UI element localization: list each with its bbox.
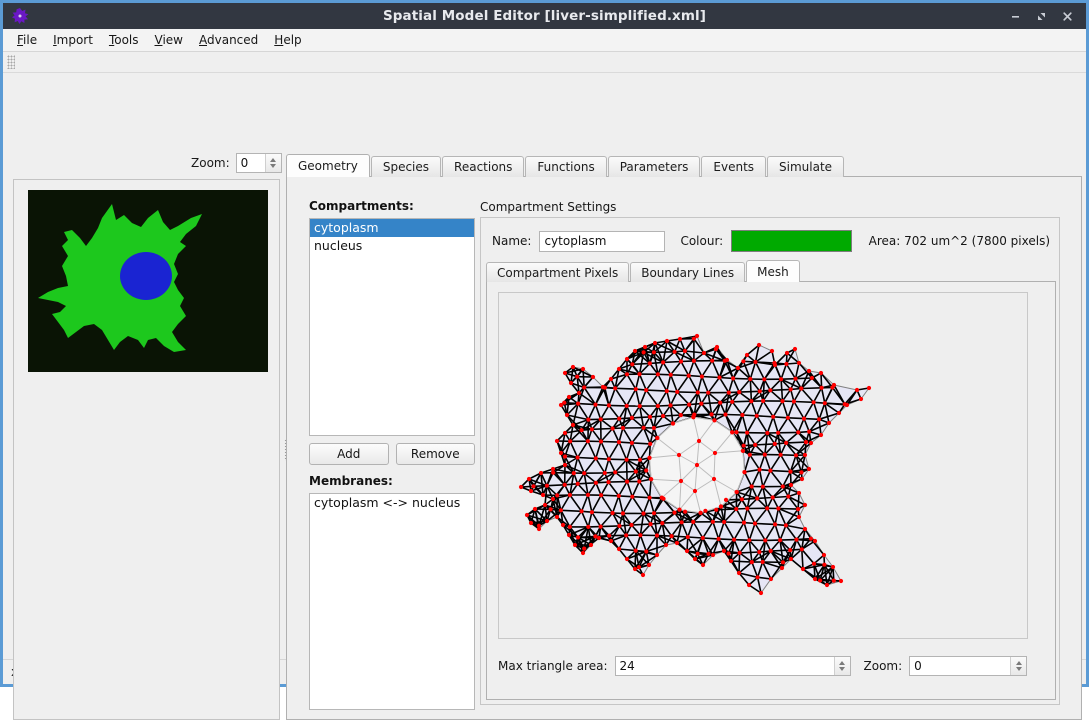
max-triangle-area-spin-arrows[interactable] xyxy=(834,657,850,675)
tab-label: Reactions xyxy=(454,160,512,174)
zoom-spinbox[interactable] xyxy=(236,153,282,173)
toolbar xyxy=(3,52,1086,73)
zoom-input[interactable] xyxy=(237,154,265,172)
tab-mesh[interactable]: Mesh xyxy=(746,260,800,282)
tab-boundary-lines[interactable]: Boundary Lines xyxy=(630,262,745,282)
tab-label: Compartment Pixels xyxy=(497,266,618,280)
name-colour-area-row: Name: Colour: Area: 702 um^2 (7800 pixel… xyxy=(492,230,1050,252)
compartment-name-input[interactable] xyxy=(539,231,665,252)
max-triangle-area-input[interactable] xyxy=(616,657,834,675)
main-window: Spatial Model Editor [liver-simplified.x… xyxy=(0,0,1089,687)
remove-compartment-button[interactable]: Remove xyxy=(396,443,476,465)
zoom-control: Zoom: xyxy=(191,153,282,173)
menu-bar: File Import Tools View Advanced Help xyxy=(3,29,1086,52)
mesh-zoom-label: Zoom: xyxy=(864,659,903,673)
restore-button[interactable] xyxy=(1028,5,1054,27)
compartments-column: Compartments: cytoplasm nucleus Add Remo… xyxy=(309,199,475,710)
add-compartment-button[interactable]: Add xyxy=(309,443,389,465)
max-triangle-area-label: Max triangle area: xyxy=(498,659,608,673)
compartments-label: Compartments: xyxy=(309,199,475,213)
mesh-zoom-input[interactable] xyxy=(910,657,1010,675)
compartment-buttons: Add Remove xyxy=(309,443,475,465)
tab-geometry[interactable]: Geometry xyxy=(286,154,370,177)
chevron-down-icon[interactable] xyxy=(1016,667,1022,671)
mesh-canvas[interactable] xyxy=(498,292,1028,639)
list-item-cytoplasm[interactable]: cytoplasm xyxy=(310,219,474,237)
colour-label: Colour: xyxy=(680,234,723,248)
mesh-zoom-spin-arrows[interactable] xyxy=(1010,657,1026,675)
chevron-down-icon[interactable] xyxy=(839,667,845,671)
compartment-area-text: Area: 702 um^2 (7800 pixels) xyxy=(869,234,1050,248)
main-tabstrip: Geometry Species Reactions Functions Par… xyxy=(286,154,845,177)
chevron-up-icon[interactable] xyxy=(1016,661,1022,665)
body-area: Zoom: Geometry xyxy=(3,73,1086,659)
app-icon xyxy=(9,5,31,27)
mesh-controls-row: Max triangle area: Zoom: xyxy=(498,656,1046,676)
minimize-button[interactable] xyxy=(1002,5,1028,27)
toolbar-drag-handle[interactable] xyxy=(7,55,15,69)
max-triangle-area-spinbox[interactable] xyxy=(615,656,851,676)
tab-label: Simulate xyxy=(779,160,832,174)
tab-label: Functions xyxy=(537,160,594,174)
tab-functions[interactable]: Functions xyxy=(525,156,606,177)
menu-item-import[interactable]: Import xyxy=(45,31,101,49)
compartment-view-tabstrip: Compartment Pixels Boundary Lines Mesh xyxy=(486,260,801,282)
menu-item-help[interactable]: Help xyxy=(266,31,309,49)
zoom-spin-arrows[interactable] xyxy=(265,154,281,172)
name-label: Name: xyxy=(492,234,531,248)
close-button[interactable] xyxy=(1054,5,1080,27)
tab-label: Geometry xyxy=(298,159,358,173)
tab-reactions[interactable]: Reactions xyxy=(442,156,524,177)
menu-item-file[interactable]: File xyxy=(9,31,45,49)
menu-item-tools[interactable]: Tools xyxy=(101,31,147,49)
window-title: Spatial Model Editor [liver-simplified.x… xyxy=(3,8,1086,24)
list-item-cytoplasm-nucleus[interactable]: cytoplasm <-> nucleus xyxy=(310,494,474,512)
list-item-nucleus[interactable]: nucleus xyxy=(310,237,474,255)
geometry-image-preview[interactable] xyxy=(28,190,268,372)
mesh-zoom-spinbox[interactable] xyxy=(909,656,1027,676)
zoom-label: Zoom: xyxy=(191,156,230,170)
menu-item-view[interactable]: View xyxy=(147,31,191,49)
window-controls xyxy=(1002,5,1086,27)
geometry-preview-panel xyxy=(13,179,280,720)
mesh-tab-pane: Max triangle area: Zoom: xyxy=(486,281,1056,700)
compartment-settings-box: Name: Colour: Area: 702 um^2 (7800 pixel… xyxy=(480,217,1060,705)
chevron-down-icon[interactable] xyxy=(270,164,276,168)
tab-label: Events xyxy=(713,160,754,174)
menu-item-advanced[interactable]: Advanced xyxy=(191,31,266,49)
membranes-label: Membranes: xyxy=(309,474,475,488)
tab-events[interactable]: Events xyxy=(701,156,766,177)
membranes-list[interactable]: cytoplasm <-> nucleus xyxy=(309,493,475,710)
compartment-settings-title: Compartment Settings xyxy=(480,200,616,214)
chevron-up-icon[interactable] xyxy=(270,158,276,162)
tab-label: Species xyxy=(383,160,429,174)
title-bar: Spatial Model Editor [liver-simplified.x… xyxy=(3,0,1086,29)
geometry-tab-pane: Compartments: cytoplasm nucleus Add Remo… xyxy=(286,176,1082,720)
tab-species[interactable]: Species xyxy=(371,156,441,177)
tab-label: Parameters xyxy=(620,160,689,174)
tab-parameters[interactable]: Parameters xyxy=(608,156,701,177)
compartments-list[interactable]: cytoplasm nucleus xyxy=(309,218,475,436)
compartment-colour-swatch[interactable] xyxy=(731,230,851,252)
tab-compartment-pixels[interactable]: Compartment Pixels xyxy=(486,262,629,282)
tab-label: Boundary Lines xyxy=(641,266,734,280)
tab-label: Mesh xyxy=(757,265,789,279)
chevron-up-icon[interactable] xyxy=(839,661,845,665)
tab-simulate[interactable]: Simulate xyxy=(767,156,844,177)
